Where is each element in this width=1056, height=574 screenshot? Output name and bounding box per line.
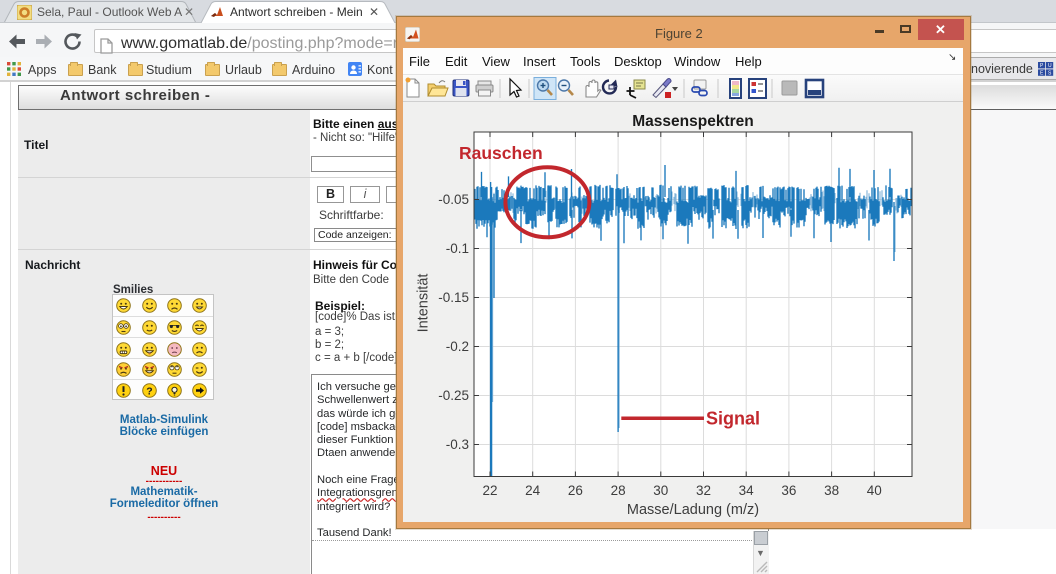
svg-text:24: 24 [525, 483, 541, 498]
svg-text:Massenspektren: Massenspektren [632, 113, 753, 130]
svg-text:-0.1: -0.1 [446, 241, 469, 256]
svg-text:Rauschen: Rauschen [459, 143, 543, 163]
svg-text:-0.05: -0.05 [438, 192, 469, 207]
svg-text:U: U [1048, 63, 1052, 69]
svg-text:36: 36 [781, 483, 796, 498]
svg-text:Intensität: Intensität [416, 274, 432, 333]
svg-text:40: 40 [867, 483, 882, 498]
svg-text:-0.25: -0.25 [438, 388, 469, 403]
svg-text:Masse/Ladung (m/z): Masse/Ladung (m/z) [627, 502, 759, 518]
svg-text:-0.3: -0.3 [446, 437, 469, 452]
svg-text:22: 22 [482, 483, 497, 498]
svg-text:-0.2: -0.2 [446, 339, 469, 354]
svg-text:26: 26 [568, 483, 583, 498]
svg-text:Signal: Signal [706, 409, 760, 429]
svg-text:38: 38 [824, 483, 839, 498]
svg-text:-0.15: -0.15 [438, 290, 469, 305]
svg-text:28: 28 [611, 483, 626, 498]
svg-text:32: 32 [696, 483, 711, 498]
svg-text:34: 34 [739, 483, 755, 498]
svg-text:30: 30 [653, 483, 668, 498]
svg-text:?: ? [146, 385, 152, 397]
